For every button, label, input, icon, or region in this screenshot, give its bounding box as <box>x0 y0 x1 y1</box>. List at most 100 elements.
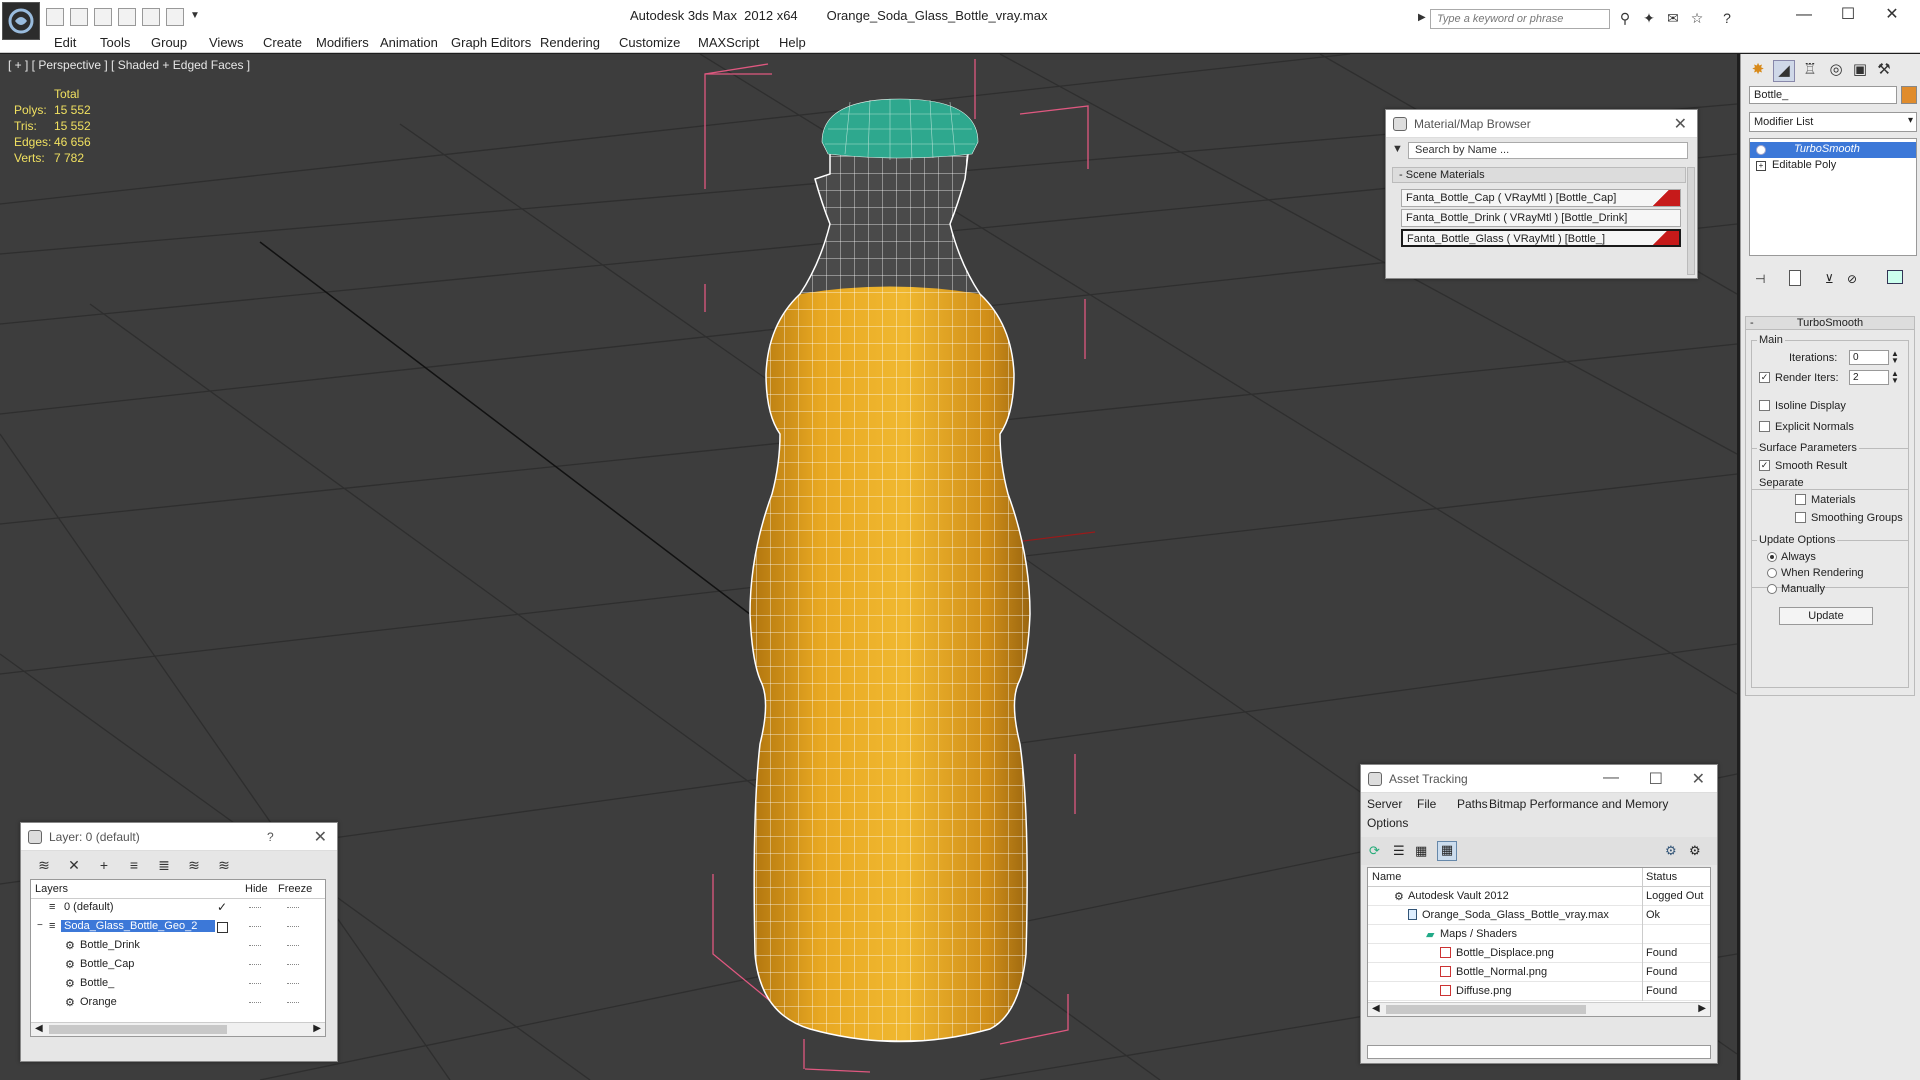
menu-bitmap-performance[interactable]: Bitmap Performance and Memory <box>1489 797 1668 811</box>
thumbnail-view-icon[interactable]: ▦ <box>1415 843 1427 859</box>
col-layers[interactable]: Layers <box>35 883 68 895</box>
col-hide[interactable]: Hide <box>245 883 268 895</box>
object-name-field[interactable]: Bottle_ <box>1749 86 1897 104</box>
layer-row-selected[interactable]: − ≡ Soda_Glass_Bottle_Geo_2 <box>31 918 325 937</box>
communication-icon[interactable]: ✉ <box>1664 10 1682 26</box>
help-icon[interactable]: ? <box>1718 10 1736 26</box>
asset-row[interactable]: ⚙ Autodesk Vault 2012 Logged Out <box>1368 887 1710 906</box>
scroll-right-icon[interactable]: ▶ <box>1698 1003 1706 1014</box>
motion-tab-icon[interactable]: ◎ <box>1825 60 1847 82</box>
vault-options-icon[interactable]: ⚙ <box>1689 843 1701 859</box>
menu-rendering[interactable]: Rendering <box>540 35 600 50</box>
add-to-layer-icon[interactable]: + <box>95 857 113 875</box>
col-name[interactable]: Name <box>1372 871 1401 883</box>
favorites-star-icon[interactable]: ☆ <box>1688 10 1706 26</box>
menu-help[interactable]: Help <box>779 35 806 50</box>
menu-views[interactable]: Views <box>209 35 243 50</box>
spinner-arrows-icon[interactable]: ▲ ▼ <box>1891 350 1899 365</box>
table-view-icon[interactable]: ▦ <box>1437 841 1457 861</box>
menu-file[interactable]: File <box>1417 797 1436 811</box>
show-end-result-icon[interactable] <box>1789 270 1801 286</box>
explicit-normals-checkbox[interactable] <box>1759 421 1770 432</box>
minimize-button[interactable]: — <box>1784 4 1824 28</box>
menu-create[interactable]: Create <box>263 35 302 50</box>
horizontal-scrollbar[interactable]: ◀ ▶ <box>31 1022 325 1036</box>
freeze-toggle[interactable] <box>287 945 299 947</box>
asset-tracking-titlebar[interactable]: Asset Tracking — ☐ ✕ <box>1361 765 1717 793</box>
smooth-result-checkbox[interactable]: ✓ <box>1759 460 1770 471</box>
layer-window-titlebar[interactable]: Layer: 0 (default) ? ✕ <box>21 823 337 851</box>
menu-maxscript[interactable]: MAXScript <box>698 35 759 50</box>
horizontal-scrollbar[interactable]: ◀ ▶ <box>1368 1002 1710 1016</box>
save-file-icon[interactable] <box>70 8 88 26</box>
material-browser-titlebar[interactable]: Material/Map Browser ✕ <box>1386 110 1697 138</box>
freeze-toggle[interactable] <box>287 926 299 928</box>
freeze-toggle[interactable] <box>287 983 299 985</box>
fetch-icon[interactable] <box>166 8 184 26</box>
asset-row[interactable]: Bottle_Displace.png Found <box>1368 944 1710 963</box>
object-color-swatch[interactable] <box>1901 86 1917 104</box>
rollout-header[interactable]: - TurboSmooth <box>1745 316 1915 330</box>
layer-object-row[interactable]: ⚙ Bottle_Drink <box>31 937 325 956</box>
close-icon[interactable]: ✕ <box>1692 769 1705 789</box>
select-objects-icon[interactable]: ≡ <box>125 857 143 875</box>
expand-minus-icon[interactable]: − <box>37 920 43 931</box>
menu-graph-editors[interactable]: Graph Editors <box>451 35 531 50</box>
freeze-all-layers-icon[interactable]: ≋ <box>215 857 233 875</box>
hold-icon[interactable] <box>142 8 160 26</box>
col-status[interactable]: Status <box>1646 871 1677 883</box>
maximize-button[interactable]: ☐ <box>1828 4 1868 28</box>
asset-row[interactable]: ▰ Maps / Shaders <box>1368 925 1710 944</box>
quick-access-dropdown-icon[interactable]: ▼ <box>190 10 200 21</box>
scroll-thumb[interactable] <box>1386 1005 1586 1014</box>
hierarchy-tab-icon[interactable]: ♖ <box>1799 60 1821 82</box>
isoline-display-checkbox[interactable] <box>1759 400 1770 411</box>
menu-tools[interactable]: Tools <box>100 35 130 50</box>
hide-toggle[interactable] <box>249 907 261 909</box>
scrollbar[interactable] <box>1687 167 1695 275</box>
freeze-toggle[interactable] <box>287 1002 299 1004</box>
modifier-list-dropdown[interactable]: Modifier List ▾ <box>1749 112 1917 132</box>
delete-layer-icon[interactable]: ✕ <box>65 857 83 875</box>
create-tab-icon[interactable]: ✸ <box>1747 60 1769 82</box>
menu-group[interactable]: Group <box>151 35 187 50</box>
scroll-right-icon[interactable]: ▶ <box>313 1023 321 1034</box>
create-layer-icon[interactable]: ≋ <box>35 857 53 875</box>
search-input[interactable]: Type a keyword or phrase <box>1430 9 1610 29</box>
vault-connect-icon[interactable]: ⚙ <box>1665 843 1677 859</box>
stack-item-turbosmooth[interactable]: TurboSmooth <box>1750 142 1916 158</box>
menu-options[interactable]: Options <box>1367 816 1408 830</box>
highlight-layer-icon[interactable]: ≣ <box>155 857 173 875</box>
configure-sets-icon[interactable] <box>1887 270 1903 284</box>
material-item[interactable]: Fanta_Bottle_Cap ( VRayMtl ) [Bottle_Cap… <box>1401 189 1681 207</box>
col-freeze[interactable]: Freeze <box>278 883 312 895</box>
asset-row[interactable]: Bottle_Normal.png Found <box>1368 963 1710 982</box>
pin-stack-icon[interactable]: ⊣ <box>1755 272 1765 286</box>
smoothing-groups-checkbox[interactable] <box>1795 512 1806 523</box>
materials-checkbox[interactable] <box>1795 494 1806 505</box>
redo-icon[interactable] <box>118 8 136 26</box>
layer-object-row[interactable]: ⚙ Orange <box>31 994 325 1013</box>
material-search-input[interactable]: Search by Name ... <box>1408 142 1688 159</box>
update-button[interactable]: Update <box>1779 607 1873 625</box>
hide-toggle[interactable] <box>249 983 261 985</box>
scroll-left-icon[interactable]: ◀ <box>1372 1003 1380 1014</box>
freeze-toggle[interactable] <box>287 907 299 909</box>
menu-modifiers[interactable]: Modifiers <box>316 35 369 50</box>
menu-customize[interactable]: Customize <box>619 35 680 50</box>
binoculars-icon[interactable]: ⚲ <box>1616 10 1634 26</box>
menu-paths[interactable]: Paths <box>1457 797 1488 811</box>
asset-row[interactable]: Orange_Soda_Glass_Bottle_vray.max Ok <box>1368 906 1710 925</box>
render-iters-checkbox[interactable]: ✓ <box>1759 372 1770 383</box>
hide-toggle[interactable] <box>249 964 261 966</box>
app-logo-icon[interactable] <box>2 2 40 40</box>
set-active-box-icon[interactable] <box>217 922 228 933</box>
when-rendering-radio[interactable] <box>1767 568 1777 578</box>
freeze-toggle[interactable] <box>287 964 299 966</box>
browser-options-icon[interactable]: ▼ <box>1392 143 1403 155</box>
layer-object-row[interactable]: ⚙ Bottle_Cap <box>31 956 325 975</box>
render-iters-spinner[interactable]: 2 <box>1849 370 1889 385</box>
modify-tab-icon[interactable]: ◢ <box>1773 60 1795 82</box>
manually-radio[interactable] <box>1767 584 1777 594</box>
help-button[interactable]: ? <box>267 830 274 844</box>
